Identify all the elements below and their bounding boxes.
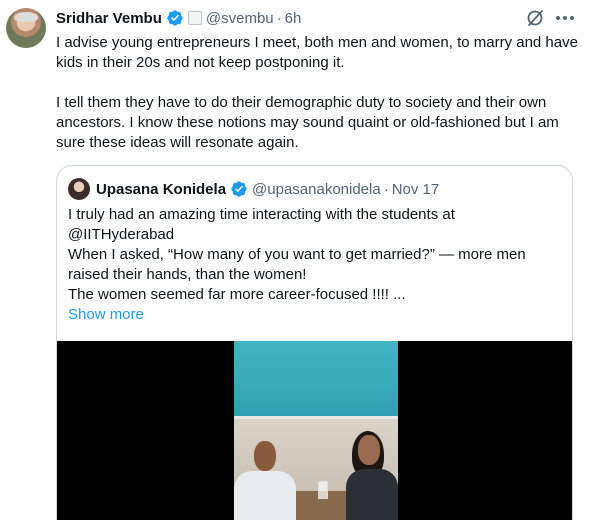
quoted-author-handle: @upasanakonidela [252,180,381,198]
author-name[interactable]: Sridhar Vembu [56,10,162,27]
more-icon[interactable] [554,8,576,28]
event-photo[interactable] [234,341,398,520]
show-more-link[interactable]: Show more [68,305,563,325]
tweet-paragraph: I tell them they have to do their demogr… [56,94,559,151]
woman-head [358,435,380,465]
quoted-tweet[interactable]: Upasana Konidela @upasanakonidela · Nov … [56,165,573,520]
woman-figure [346,469,398,520]
tweet-header: Sridhar Vembu @svembu · 6h [56,8,301,28]
verified-badge-icon [166,9,184,27]
projector-screen [234,341,398,419]
quoted-line: The women seemed far more career-focused… [68,286,406,303]
quoted-avatar [68,178,90,200]
quoted-date: Nov 17 [391,180,440,198]
quoted-author-name: Upasana Konidela [96,180,227,198]
quoted-text: I truly had an amazing time interacting … [68,205,563,325]
tweet-text: I advise young entrepreneurs I meet, bot… [56,33,581,153]
man-figure [234,471,296,520]
author-handle[interactable]: @svembu [206,10,274,27]
quoted-line: I truly had an amazing time interacting … [68,206,455,243]
grok-icon[interactable] [525,8,545,28]
author-avatar[interactable] [6,8,46,48]
tweet-time[interactable]: 6h [285,10,302,27]
separator: · [383,180,389,198]
verified-badge-icon [230,180,248,198]
man-head [254,441,276,471]
tweet-paragraph: I advise young entrepreneurs I meet, bot… [56,34,578,71]
award-memento [318,481,328,499]
quoted-line: When I asked, “How many of you want to g… [68,246,526,283]
quoted-header: Upasana Konidela @upasanakonidela · Nov … [68,178,439,200]
separator: · [276,9,282,27]
quoted-media[interactable] [57,341,572,520]
affiliation-badge-icon[interactable] [187,11,202,25]
